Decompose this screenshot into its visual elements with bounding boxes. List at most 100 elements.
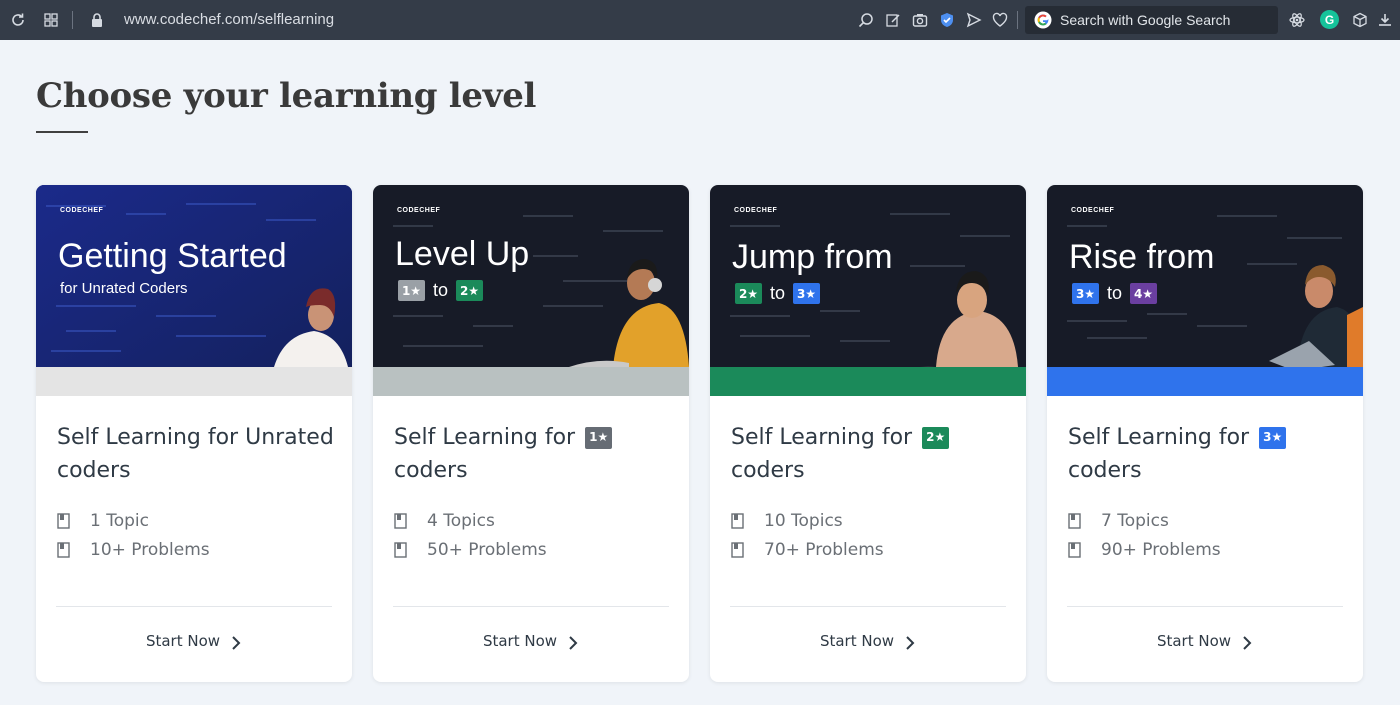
chevron-right-icon xyxy=(906,636,915,650)
download-icon[interactable] xyxy=(1375,10,1395,30)
book-icon xyxy=(57,513,70,529)
heart-icon[interactable] xyxy=(990,10,1010,30)
toolbar-separator xyxy=(72,11,73,29)
book-icon xyxy=(394,513,407,529)
banner-brand: CODECHEF xyxy=(60,207,104,214)
card-title-suffix: coders xyxy=(1068,458,1142,483)
browser-toolbar: www.codechef.com/selflearning Search wit… xyxy=(0,0,1400,40)
chevron-right-icon xyxy=(569,636,578,650)
banner-title: Level Up xyxy=(395,235,530,273)
from-star-badge: 1★ xyxy=(398,280,425,301)
topics-stat: 4 Topics xyxy=(394,511,495,531)
card-title: Self Learning for Unrated coders xyxy=(57,425,334,483)
problems-count: 70+ Problems xyxy=(764,540,884,560)
card-banner: CODECHEF Getting Started for Unrated Cod… xyxy=(36,185,352,396)
card-title-prefix: Self Learning for xyxy=(394,425,576,450)
atom-extension-icon[interactable] xyxy=(1287,10,1307,30)
from-star-badge: 2★ xyxy=(735,283,762,304)
book-icon xyxy=(394,542,407,558)
grammarly-icon[interactable]: G xyxy=(1320,10,1339,29)
card-divider xyxy=(56,606,332,607)
banner-brand: CODECHEF xyxy=(397,207,441,214)
level-color-strip xyxy=(1047,367,1363,396)
banner-title: Jump from xyxy=(732,238,893,276)
level-color-strip xyxy=(36,367,352,396)
card-banner: CODECHEF Jump from 2★ to 3★ xyxy=(710,185,1026,396)
cube-extension-icon[interactable] xyxy=(1350,10,1370,30)
speed-dial-grid-icon[interactable] xyxy=(41,10,61,30)
topics-count: 10 Topics xyxy=(764,511,843,531)
learning-card-unrated[interactable]: CODECHEF Getting Started for Unrated Cod… xyxy=(36,185,352,682)
to-star-badge: 3★ xyxy=(793,283,821,304)
start-now-label: Start Now xyxy=(482,632,558,650)
banner-star-range: 2★ to 3★ xyxy=(735,283,821,304)
topics-stat: 10 Topics xyxy=(731,511,843,531)
start-now-label: Start Now xyxy=(145,632,221,650)
problems-stat: 90+ Problems xyxy=(1068,540,1221,560)
address-bar-url[interactable]: www.codechef.com/selflearning xyxy=(124,10,334,30)
chevron-right-icon xyxy=(232,636,241,650)
card-divider xyxy=(1067,606,1343,607)
to-word: to xyxy=(1107,283,1123,303)
problems-count: 10+ Problems xyxy=(90,540,210,560)
topics-count: 1 Topic xyxy=(90,511,149,531)
banner-brand: CODECHEF xyxy=(734,207,778,214)
problems-stat: 50+ Problems xyxy=(394,540,547,560)
card-banner: CODECHEF Level Up 1★ to 2★ xyxy=(373,185,689,396)
to-star-badge: 4★ xyxy=(1130,283,1158,304)
card-title-prefix: Self Learning for xyxy=(1068,425,1250,450)
topics-count: 4 Topics xyxy=(427,511,495,531)
card-title: Self Learning for 2★ coders xyxy=(731,421,1016,487)
star-rating-badge: 1★ xyxy=(585,426,613,449)
toolbar-separator xyxy=(1017,11,1018,29)
start-now-button[interactable]: Start Now xyxy=(710,626,1026,656)
learning-card-2-star[interactable]: CODECHEF Jump from 2★ to 3★ Self Learnin… xyxy=(710,185,1026,682)
book-icon xyxy=(731,542,744,558)
zoom-search-icon[interactable] xyxy=(856,10,876,30)
to-word: to xyxy=(770,283,786,303)
search-placeholder: Search with Google Search xyxy=(1060,12,1231,28)
banner-brand: CODECHEF xyxy=(1071,207,1115,214)
book-icon xyxy=(57,542,70,558)
start-now-button[interactable]: Start Now xyxy=(36,626,352,656)
card-divider xyxy=(730,606,1006,607)
chevron-right-icon xyxy=(1243,636,1252,650)
card-title-suffix: coders xyxy=(731,458,805,483)
banner-title: Rise from xyxy=(1069,238,1215,276)
edit-page-icon[interactable] xyxy=(883,10,903,30)
card-title: Self Learning for 3★ coders xyxy=(1068,421,1353,487)
learning-card-1-star[interactable]: CODECHEF Level Up 1★ to 2★ Self Learning… xyxy=(373,185,689,682)
topics-stat: 1 Topic xyxy=(57,511,149,531)
to-star-badge: 2★ xyxy=(456,280,484,301)
star-rating-badge: 3★ xyxy=(1259,426,1287,449)
book-icon xyxy=(731,513,744,529)
banner-subtitle: for Unrated Coders xyxy=(60,280,188,297)
card-title-suffix: coders xyxy=(394,458,468,483)
banner-star-range: 3★ to 4★ xyxy=(1072,283,1158,304)
problems-count: 50+ Problems xyxy=(427,540,547,560)
from-star-badge: 3★ xyxy=(1072,283,1099,304)
search-field[interactable]: Search with Google Search xyxy=(1025,6,1278,34)
learning-card-3-star[interactable]: CODECHEF Rise from 3★ to 4★ Self Learnin… xyxy=(1047,185,1363,682)
problems-count: 90+ Problems xyxy=(1101,540,1221,560)
book-icon xyxy=(1068,542,1081,558)
start-now-button[interactable]: Start Now xyxy=(373,626,689,656)
shield-check-icon[interactable] xyxy=(937,10,957,30)
reload-icon[interactable] xyxy=(8,10,28,30)
page-title: Choose your learning level xyxy=(36,76,537,116)
camera-icon[interactable] xyxy=(910,10,930,30)
topics-stat: 7 Topics xyxy=(1068,511,1169,531)
to-word: to xyxy=(433,280,449,300)
send-arrow-icon[interactable] xyxy=(964,10,984,30)
card-title: Self Learning for 1★ coders xyxy=(394,421,679,487)
level-color-strip xyxy=(710,367,1026,396)
problems-stat: 10+ Problems xyxy=(57,540,210,560)
banner-title: Getting Started xyxy=(58,237,287,275)
problems-stat: 70+ Problems xyxy=(731,540,884,560)
lock-icon[interactable] xyxy=(87,10,107,30)
title-underline xyxy=(36,131,88,133)
start-now-button[interactable]: Start Now xyxy=(1047,626,1363,656)
level-color-strip xyxy=(373,367,689,396)
card-divider xyxy=(393,606,669,607)
book-icon xyxy=(1068,513,1081,529)
